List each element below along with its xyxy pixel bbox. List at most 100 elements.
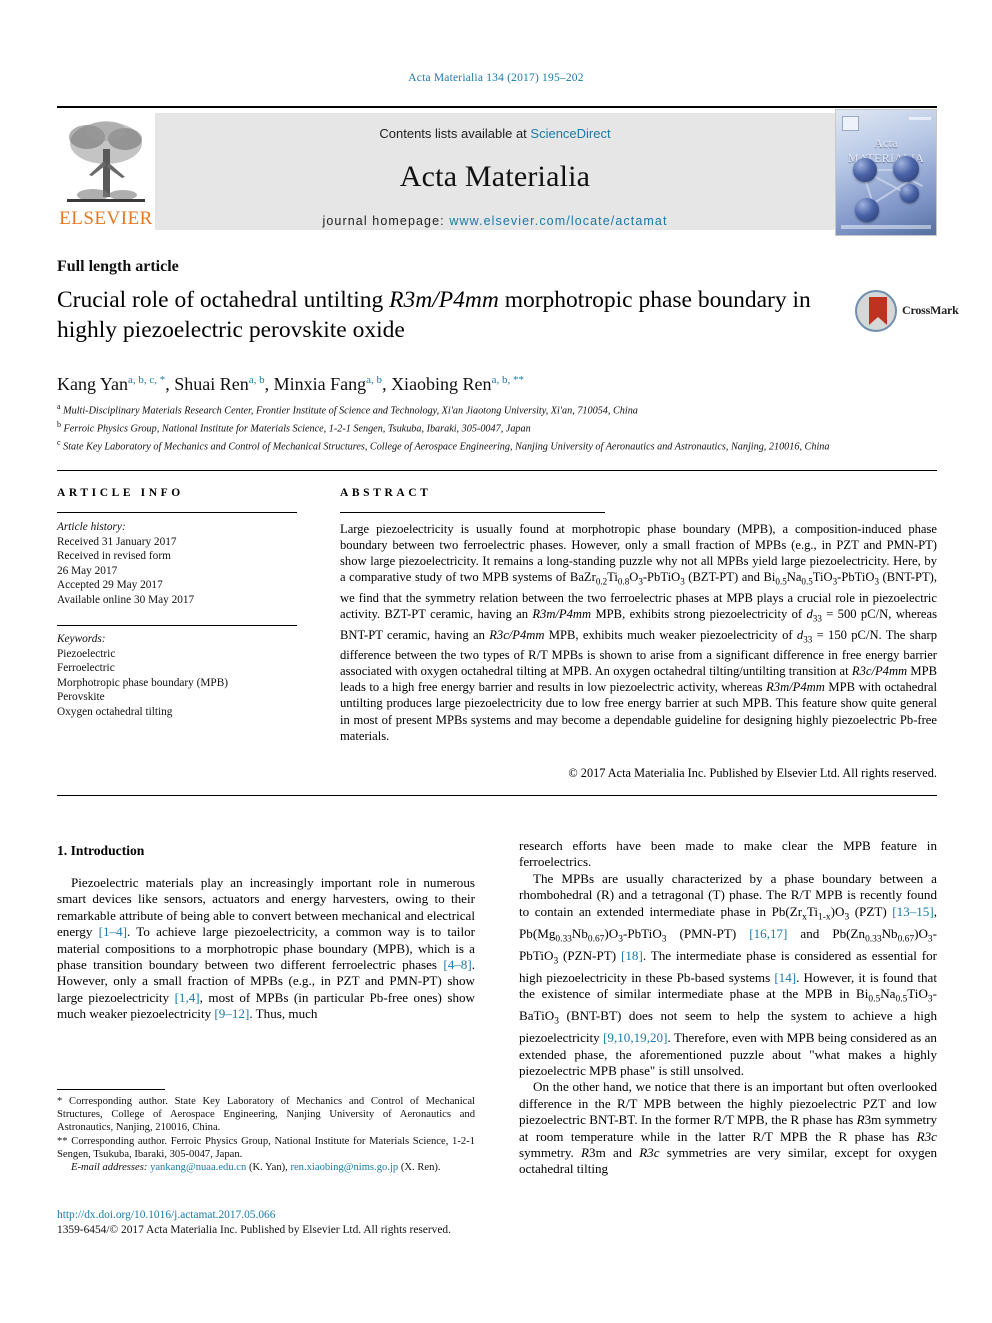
elsevier-logo: ELSEVIER: [57, 109, 155, 234]
keywords-label: Keywords:: [57, 633, 106, 645]
author-name: Xiaobing Ren: [391, 374, 492, 394]
abstract-heading: ABSTRACT: [340, 487, 432, 499]
affiliation-item: b Ferroic Physics Group, National Instit…: [57, 418, 937, 436]
author-affiliation-marks: a, b: [366, 374, 383, 386]
citation-link[interactable]: [4–8]: [443, 957, 471, 972]
abstract-copyright: © 2017 Acta Materialia Inc. Published by…: [568, 766, 937, 780]
author-affiliation-marks: a, b, c, *: [128, 374, 166, 386]
paragraph: On the other hand, we notice that there …: [519, 1079, 938, 1177]
affiliation-mark: c: [57, 437, 61, 447]
contents-list-line: Contents lists available at ScienceDirec…: [155, 126, 835, 141]
body-column-right: research efforts have been made to make …: [519, 838, 937, 1178]
title-segment-1: Crucial role of octahedral untilting: [57, 287, 390, 313]
keyword-item: Piezoelectric: [57, 647, 116, 660]
email-link[interactable]: yankang@nuaa.edu.cn: [150, 1162, 246, 1173]
author-name: Minxia Fang: [273, 374, 367, 394]
keyword-item: Morphotropic phase boundary (MPB): [57, 676, 228, 689]
issn-copyright-line: 1359-6454/© 2017 Acta Materialia Inc. Pu…: [57, 1224, 451, 1236]
article-info-heading: ARTICLE INFO: [57, 487, 184, 499]
footnote-emails: E-mail addresses: yankang@nuaa.edu.cn (K…: [71, 1162, 441, 1174]
journal-title: Acta Materialia: [399, 160, 591, 193]
history-item: 26 May 2017: [57, 564, 118, 577]
article-info-underline: [57, 512, 297, 513]
citation-link[interactable]: [1,4]: [175, 990, 200, 1005]
paper-page: Acta Materialia 134 (2017) 195–202 ELSEV…: [0, 0, 992, 1323]
cover-node: [853, 158, 877, 182]
author-affiliation-marks: a, b: [248, 374, 265, 386]
footnote-block: * Corresponding author. State Key Labora…: [57, 1095, 475, 1174]
cover-title: Acta MATERIALIA: [847, 136, 925, 165]
cover-top-rule: [909, 117, 931, 120]
journal-banner: Contents lists available at ScienceDirec…: [155, 113, 835, 230]
footnote-divider: [57, 1089, 165, 1090]
journal-homepage-line: journal homepage: www.elsevier.com/locat…: [155, 214, 835, 228]
paragraph: Piezoelectric materials play an increasi…: [57, 875, 475, 1022]
paragraph: The MPBs are usually characterized by a …: [519, 870, 937, 1078]
contents-prefix: Contents lists available at: [379, 126, 531, 141]
affiliation-mark: a: [57, 402, 61, 411]
email-owner: (K. Yan): [248, 1162, 286, 1174]
citation-link[interactable]: [16,17]: [749, 926, 787, 941]
info-block-top-divider: [57, 470, 937, 471]
keywords-block: Keywords: Piezoelectric Ferroelectric Mo…: [57, 632, 307, 719]
cover-node: [855, 198, 879, 222]
affiliation-item: a Multi-Disciplinary Materials Research …: [57, 400, 937, 418]
citation-link[interactable]: [14]: [774, 970, 796, 985]
cover-node: [900, 184, 919, 203]
keyword-item: Perovskite: [57, 691, 105, 703]
elsevier-tree-icon: [67, 121, 145, 202]
cover-bottom-rule: [841, 225, 931, 229]
author-name: Shuai Ren: [174, 374, 249, 394]
doi-link[interactable]: http://dx.doi.org/10.1016/j.actamat.2017…: [57, 1209, 275, 1221]
email-owner: (X. Ren).: [400, 1162, 441, 1174]
keyword-item: Ferroelectric: [57, 662, 115, 674]
history-item: Received in revised form: [57, 550, 171, 562]
crossmark-badge[interactable]: CrossMark: [855, 290, 959, 336]
email-link[interactable]: ren.xiaobing@nims.go.jp: [290, 1162, 398, 1173]
footnote-corresponding-author-2: ** Corresponding author. Ferroic Physics…: [57, 1135, 475, 1160]
author-name: Kang Yan: [57, 374, 129, 394]
header-divider: [57, 106, 937, 108]
sciencedirect-link[interactable]: ScienceDirect: [530, 126, 610, 141]
affiliation-item: c State Key Laboratory of Mechanics and …: [57, 436, 937, 454]
crossmark-label: CrossMark: [902, 303, 959, 317]
affiliation-list: a Multi-Disciplinary Materials Research …: [57, 400, 937, 454]
page-title: Crucial role of octahedral untilting R3m…: [57, 285, 827, 345]
citation-link[interactable]: [9–12]: [214, 1006, 249, 1021]
cover-node: [893, 156, 919, 182]
title-italic-symmetry: R3m/P4mm: [389, 287, 499, 313]
homepage-label: journal homepage:: [322, 214, 450, 228]
citation-link[interactable]: [1–4]: [99, 924, 127, 939]
author-list: Kang Yana, b, c, *, Shuai Rena, b, Minxi…: [57, 374, 524, 394]
citation-link[interactable]: [18]: [621, 948, 643, 963]
keywords-divider: [57, 625, 297, 626]
affiliation-text: Ferroic Physics Group, National Institut…: [63, 423, 531, 435]
info-block-bottom-divider: [57, 795, 937, 796]
elsevier-wordmark: ELSEVIER: [59, 208, 153, 229]
citation-link[interactable]: [9,10,19,20]: [603, 1030, 667, 1045]
affiliation-mark: b: [57, 419, 61, 429]
crossmark-icon: [855, 290, 897, 332]
article-history-label: Article history:: [57, 521, 126, 533]
article-history: Article history: Received 31 January 201…: [57, 520, 307, 607]
paragraph: research efforts have been made to make …: [519, 838, 937, 870]
body-column-left: 1. Introduction Piezoelectric materials …: [57, 843, 475, 1023]
author-affiliation-marks: a, b, **: [491, 374, 524, 386]
section-heading-introduction: 1. Introduction: [57, 843, 145, 858]
running-head: Acta Materialia 134 (2017) 195–202: [408, 72, 584, 84]
journal-cover-thumbnail: Acta MATERIALIA: [835, 109, 937, 236]
journal-header: ELSEVIER Contents lists available at Sci…: [57, 109, 937, 236]
abstract-text: Large piezoelectricity is usually found …: [340, 522, 938, 743]
abstract-underline: [340, 512, 605, 513]
affiliation-text: Multi-Disciplinary Materials Research Ce…: [63, 405, 638, 417]
history-item: Accepted 29 May 2017: [57, 579, 163, 591]
history-item: Received 31 January 2017: [57, 535, 177, 548]
email-addresses-label: E-mail addresses:: [71, 1162, 148, 1174]
cover-publisher-mark: [842, 116, 859, 131]
homepage-url-link[interactable]: www.elsevier.com/locate/actamat: [449, 214, 667, 228]
crossmark-bookmark-icon: [869, 297, 887, 325]
affiliation-text: State Key Laboratory of Mechanics and Co…: [63, 441, 830, 453]
citation-link[interactable]: [13–15]: [892, 904, 933, 919]
keyword-item: Oxygen octahedral tilting: [57, 705, 173, 718]
history-item: Available online 30 May 2017: [57, 593, 195, 606]
